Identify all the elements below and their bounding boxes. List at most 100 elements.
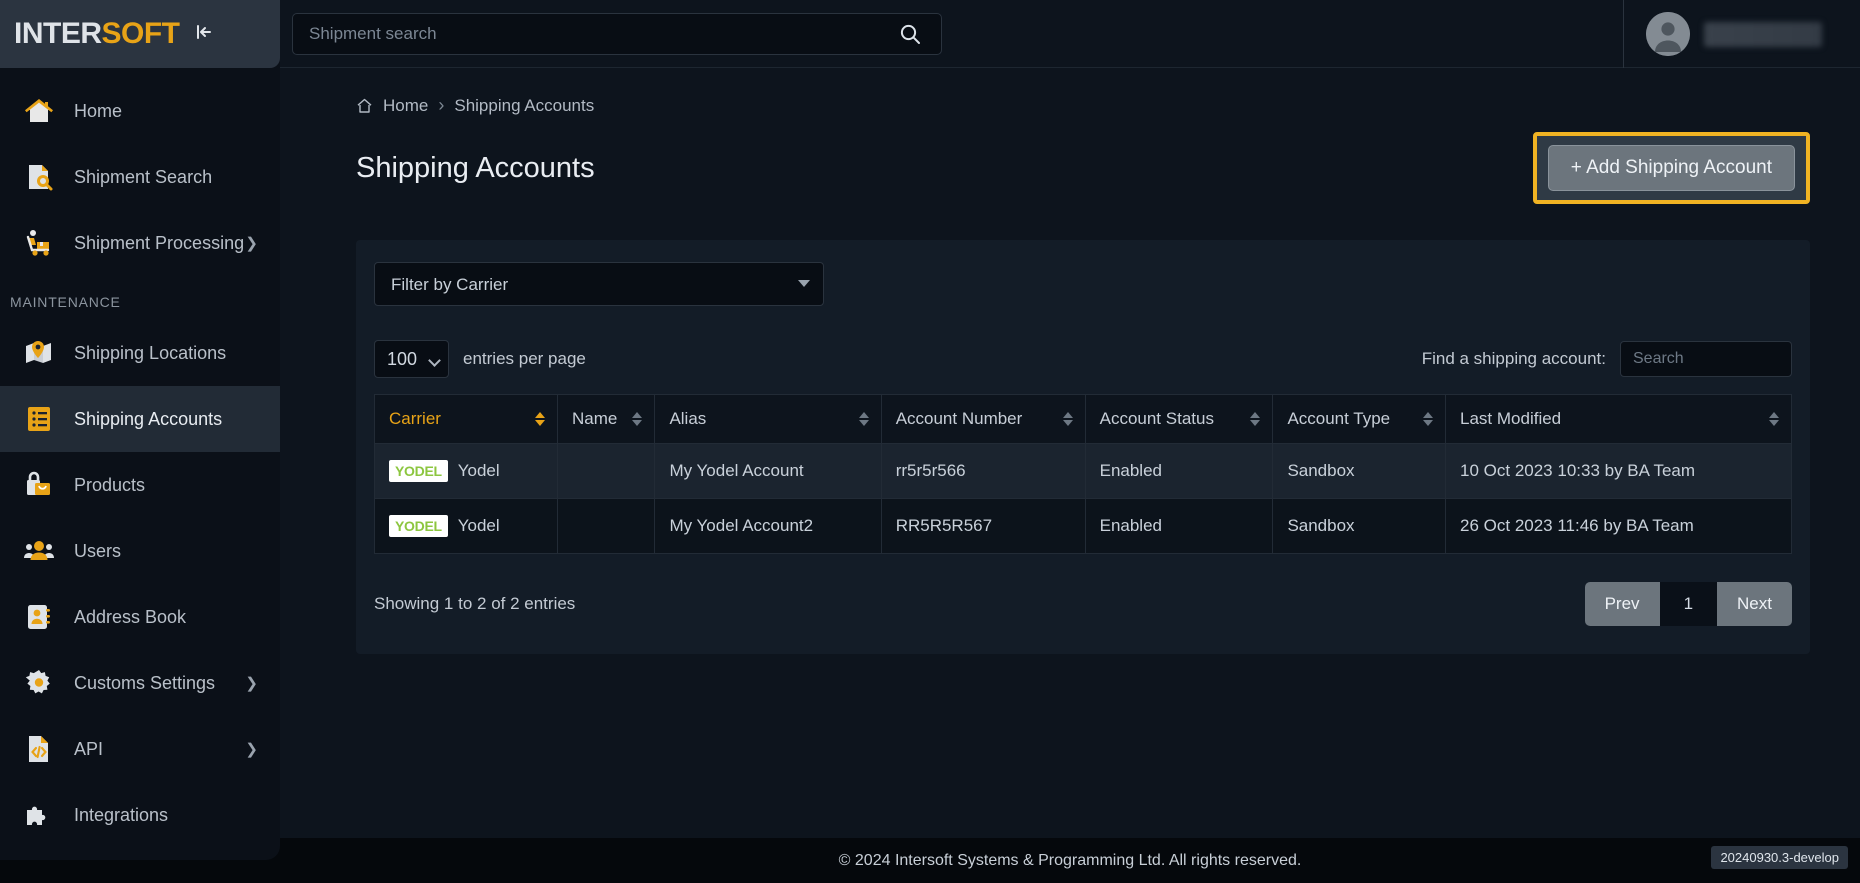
main-content: Home › Shipping Accounts Shipping Accoun… (280, 68, 1860, 838)
users-icon (22, 536, 56, 566)
find-account-label: Find a shipping account: (1421, 349, 1606, 368)
sort-icon (1250, 412, 1261, 426)
address-book-icon (22, 602, 56, 632)
column-label: Account Status (1099, 409, 1214, 428)
breadcrumb: Home › Shipping Accounts (280, 68, 1860, 116)
table-row[interactable]: YODEL Yodel My Yodel Account rr5r5r566 E… (374, 443, 1792, 499)
sidebar-item-label: Address Book (74, 606, 187, 627)
column-header-account-number[interactable]: Account Number (880, 394, 1086, 444)
cell-account-status: Enabled (1084, 498, 1274, 554)
code-file-icon (22, 734, 56, 764)
sidebar-nav: Home Shipment Search Shipment Processing… (0, 68, 280, 848)
map-pin-icon (22, 338, 56, 368)
table-body: YODEL Yodel My Yodel Account rr5r5r566 E… (374, 443, 1792, 554)
topbar (280, 0, 1860, 68)
breadcrumb-home[interactable]: Home (383, 96, 428, 116)
search-submit-button[interactable] (895, 23, 925, 45)
find-account-input[interactable] (1620, 341, 1792, 377)
sort-icon (858, 412, 869, 426)
sidebar-item-label: Home (74, 100, 123, 121)
page-title: Shipping Accounts (356, 151, 595, 184)
shipping-accounts-table: Carrier Name Alias Account Number Accoun… (374, 394, 1792, 554)
column-header-last-modified[interactable]: Last Modified (1445, 394, 1792, 444)
sidebar-section-maintenance: MAINTENANCE (10, 294, 121, 310)
sidebar-item-products[interactable]: Products (0, 452, 280, 518)
sort-icon (1769, 412, 1779, 426)
sidebar-item-api[interactable]: API ❯ (0, 716, 280, 782)
sidebar-item-integrations[interactable]: Integrations (0, 782, 280, 848)
add-shipping-account-highlight: + Add Shipping Account (1532, 132, 1810, 204)
sidebar-item-label: Integrations (74, 804, 169, 825)
hand-truck-icon (22, 228, 56, 258)
sidebar-item-label: Products (74, 474, 146, 495)
column-label: Account Number (895, 409, 1023, 428)
carrier-filter-select[interactable]: Filter by Carrier (374, 262, 824, 306)
column-header-carrier[interactable]: Carrier (374, 394, 558, 444)
puzzle-icon (22, 800, 56, 830)
sidebar-item-address-book[interactable]: Address Book (0, 584, 280, 650)
showing-entries-text: Showing 1 to 2 of 2 entries (374, 594, 576, 613)
sidebar-item-customs-settings[interactable]: Customs Settings ❯ (0, 650, 280, 716)
column-label: Carrier (389, 409, 441, 428)
avatar (1646, 12, 1690, 56)
sidebar-item-shipping-accounts[interactable]: Shipping Accounts (0, 386, 280, 452)
cell-alias: My Yodel Account (654, 443, 882, 499)
cell-name (556, 498, 656, 554)
yodel-logo-icon: YODEL (389, 460, 448, 482)
cell-name (556, 443, 656, 499)
cell-account-type: Sandbox (1272, 498, 1447, 554)
sidebar-item-label: Shipping Locations (74, 342, 227, 363)
table-controls: 100 entries per page Find a shipping acc… (374, 340, 1792, 378)
find-account-group: Find a shipping account: (1422, 341, 1792, 377)
sidebar-item-home[interactable]: Home (0, 78, 280, 144)
sidebar-item-users[interactable]: Users (0, 518, 280, 584)
sidebar-item-label: Shipping Accounts (74, 408, 223, 429)
cell-account-status: Enabled (1084, 443, 1274, 499)
chevron-right-icon: ❯ (245, 741, 258, 758)
entries-per-page-group: 100 entries per page (374, 340, 586, 378)
column-header-alias[interactable]: Alias (654, 394, 882, 444)
page-header-row: Shipping Accounts + Add Shipping Account (280, 116, 1860, 204)
add-shipping-account-button[interactable]: + Add Shipping Account (1547, 145, 1795, 191)
sidebar-item-shipping-locations[interactable]: Shipping Locations (0, 320, 280, 386)
entries-select-wrap: 100 (374, 340, 449, 378)
entries-per-page-select[interactable]: 100 (374, 340, 449, 378)
accounts-panel: Filter by Carrier 100 entries per page F… (356, 240, 1810, 654)
shopping-bag-icon (22, 470, 56, 500)
chevron-right-icon: › (438, 95, 445, 115)
app-logo[interactable]: INTERSOFT (14, 17, 180, 51)
carrier-name: Yodel (457, 516, 500, 535)
sidebar-item-shipment-search[interactable]: Shipment Search (0, 144, 280, 210)
collapse-sidebar-icon[interactable] (194, 22, 214, 46)
table-header-row: Carrier Name Alias Account Number Accoun… (374, 394, 1792, 444)
sort-icon (1423, 412, 1434, 426)
home-icon (22, 96, 56, 126)
logo-bar: INTERSOFT (0, 0, 280, 68)
shipment-search-box[interactable] (292, 12, 942, 55)
column-header-name[interactable]: Name (556, 394, 656, 444)
column-header-account-type[interactable]: Account Type (1272, 394, 1447, 444)
column-header-account-status[interactable]: Account Status (1084, 394, 1274, 444)
sidebar-item-label: Shipment Processing (74, 232, 245, 253)
column-label: Alias (669, 409, 707, 428)
sort-icon (632, 412, 643, 426)
pagination-next-button[interactable]: Next (1717, 582, 1792, 626)
app-root: INTERSOFT Home Shipment Search Shipment … (0, 0, 1860, 883)
pagination-page-1-button[interactable]: 1 (1659, 582, 1718, 626)
search-icon (900, 24, 920, 44)
sidebar-item-label: Customs Settings (74, 672, 216, 693)
carrier-filter-wrap: Filter by Carrier (374, 262, 824, 306)
chevron-right-icon: ❯ (245, 235, 258, 252)
pagination-prev-button[interactable]: Prev (1584, 582, 1660, 626)
cell-last-modified: 10 Oct 2023 10:33 by BA Team (1445, 443, 1792, 499)
user-menu[interactable] (1623, 0, 1860, 68)
search-input[interactable] (309, 23, 895, 44)
sidebar-item-shipment-processing[interactable]: Shipment Processing ❯ (0, 210, 280, 276)
table-head: Carrier Name Alias Account Number Accoun… (374, 394, 1792, 444)
column-label: Account Type (1287, 409, 1391, 428)
gear-icon (22, 668, 56, 698)
table-row[interactable]: YODEL Yodel My Yodel Account2 RR5R5R567 … (374, 498, 1792, 554)
sidebar-item-label: Shipment Search (74, 166, 213, 187)
breadcrumb-current: Shipping Accounts (454, 95, 595, 115)
pagination: Prev 1 Next (1584, 582, 1792, 626)
